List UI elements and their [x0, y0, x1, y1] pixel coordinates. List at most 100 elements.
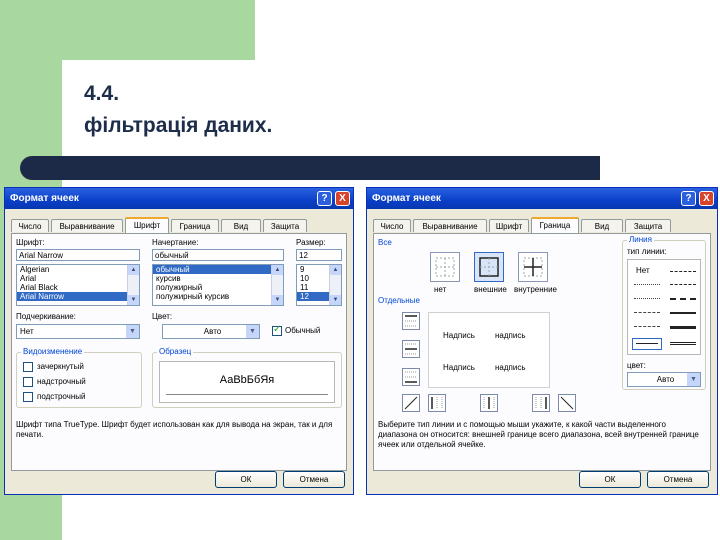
underline-label: Подчеркивание: — [16, 312, 76, 321]
line-style-option[interactable] — [670, 284, 696, 285]
border-diagonal-down-button[interactable] — [558, 394, 576, 412]
subscript-checkbox[interactable] — [23, 392, 33, 402]
strikethrough-checkbox[interactable] — [23, 362, 33, 372]
style-label: Начертание: — [152, 238, 199, 247]
border-inside-icon — [523, 257, 543, 277]
title-divider-bar — [20, 156, 600, 180]
line-color-label: цвет: — [627, 361, 646, 370]
style-list-item[interactable]: полужирный — [153, 283, 283, 292]
tab-view[interactable]: Вид — [581, 219, 623, 232]
ok-button[interactable]: ОК — [215, 471, 277, 488]
effects-group-title: Видоизменение — [21, 347, 85, 356]
preset-outline-label: внешние — [474, 285, 507, 294]
size-list-scrollbar[interactable]: ▲ ▼ — [329, 265, 341, 305]
line-style-selected[interactable] — [632, 338, 662, 350]
format-cells-dialog-border: Формат ячеек ? X Число Выравнивание Шриф… — [366, 187, 718, 495]
font-style-list[interactable]: обычный курсив полужирный полужирный кур… — [152, 264, 284, 306]
help-button[interactable]: ? — [317, 191, 332, 206]
line-group-title: Линия — [627, 235, 654, 244]
tab-protection[interactable]: Защита — [263, 219, 307, 232]
dialog-title: Формат ячеек — [372, 193, 441, 204]
chevron-down-icon[interactable]: ▼ — [126, 325, 139, 338]
font-info-note: Шрифт типа TrueType. Шрифт будет использ… — [16, 420, 333, 439]
dialog-titlebar: Формат ячеек ? X — [5, 188, 353, 209]
tab-font[interactable]: Шрифт — [489, 219, 529, 232]
superscript-checkbox[interactable] — [23, 377, 33, 387]
border-center-button[interactable] — [480, 394, 498, 412]
style-list-item[interactable]: полужирный курсив — [153, 292, 283, 301]
border-bottom-icon — [405, 371, 417, 383]
border-middle-icon — [405, 343, 417, 355]
underline-select[interactable]: Нет ▼ — [16, 324, 140, 339]
line-style-list[interactable]: Нет — [627, 259, 701, 355]
sample-text: АаВbБбЯя — [219, 374, 275, 386]
tab-view[interactable]: Вид — [221, 219, 261, 232]
preset-outline-button[interactable] — [474, 252, 504, 282]
tab-protection[interactable]: Защита — [625, 219, 671, 232]
border-center-icon — [483, 397, 495, 409]
line-style-option[interactable] — [634, 326, 660, 327]
close-button[interactable]: X — [699, 191, 714, 206]
ok-button[interactable]: ОК — [579, 471, 641, 488]
line-style-none[interactable]: Нет — [636, 266, 650, 275]
tab-number[interactable]: Число — [11, 219, 49, 232]
line-style-option[interactable] — [670, 326, 696, 329]
preset-inside-button[interactable] — [518, 252, 548, 282]
tab-number[interactable]: Число — [373, 219, 411, 232]
line-type-label: тип линии: — [627, 247, 667, 256]
line-color-select[interactable]: Авто ▼ — [627, 372, 701, 387]
cancel-button[interactable]: Отмена — [647, 471, 709, 488]
font-name-input[interactable]: Arial Narrow — [16, 249, 140, 261]
preview-cell-text: надпись — [495, 363, 526, 372]
border-bottom-button[interactable] — [402, 368, 420, 386]
tab-font[interactable]: Шрифт — [125, 217, 169, 233]
font-list-scrollbar[interactable]: ▲ ▼ — [127, 265, 139, 305]
line-style-option[interactable] — [634, 298, 660, 299]
line-style-option[interactable] — [670, 271, 696, 272]
presets-label: Все — [378, 238, 392, 247]
normal-font-label: Обычный — [285, 326, 321, 335]
border-top-button[interactable] — [402, 312, 420, 330]
font-list-item[interactable]: Algerian — [17, 265, 139, 274]
chevron-down-icon[interactable]: ▼ — [246, 325, 259, 338]
line-style-option[interactable] — [670, 298, 696, 300]
tab-border[interactable]: Граница — [171, 219, 219, 232]
sample-preview: АаВbБбЯя — [159, 361, 335, 403]
border-right-button[interactable] — [532, 394, 550, 412]
help-button[interactable]: ? — [681, 191, 696, 206]
line-style-option[interactable] — [670, 312, 696, 314]
chevron-down-icon[interactable]: ▼ — [687, 373, 700, 386]
style-list-scrollbar[interactable]: ▲ ▼ — [271, 265, 283, 305]
superscript-label: надстрочный — [37, 377, 86, 386]
style-list-item-selected[interactable]: обычный — [153, 265, 283, 274]
sample-baseline — [166, 394, 328, 395]
separate-borders-label: Отдельные — [378, 296, 420, 305]
cancel-button[interactable]: Отмена — [283, 471, 345, 488]
close-button[interactable]: X — [335, 191, 350, 206]
font-list-item-selected[interactable]: Arial Narrow — [17, 292, 139, 301]
normal-font-checkbox[interactable] — [272, 324, 282, 336]
line-style-option[interactable] — [634, 312, 660, 313]
font-name-list[interactable]: Algerian Arial Arial Black Arial Narrow … — [16, 264, 140, 306]
border-middle-button[interactable] — [402, 340, 420, 358]
line-style-option[interactable] — [670, 342, 696, 345]
preview-cell-text: Надпись — [443, 363, 475, 372]
font-list-item[interactable]: Arial — [17, 274, 139, 283]
tab-border[interactable]: Граница — [531, 217, 579, 233]
tab-alignment[interactable]: Выравнивание — [413, 219, 487, 232]
line-style-option[interactable] — [634, 284, 660, 285]
preset-none-button[interactable] — [430, 252, 460, 282]
border-preview-area[interactable]: Надпись надпись Надпись надпись — [428, 312, 550, 388]
border-diagonal-up-button[interactable] — [402, 394, 420, 412]
strikethrough-label: зачеркнутый — [37, 362, 84, 371]
font-size-input[interactable]: 12 — [296, 249, 342, 261]
border-left-button[interactable] — [428, 394, 446, 412]
preset-inside-label: внутренние — [514, 285, 557, 294]
font-size-list[interactable]: 9 10 11 12 ▲ ▼ — [296, 264, 342, 306]
style-list-item[interactable]: курсив — [153, 274, 283, 283]
font-style-input[interactable]: обычный — [152, 249, 284, 261]
dialog-titlebar: Формат ячеек ? X — [367, 188, 717, 209]
tab-alignment[interactable]: Выравнивание — [51, 219, 123, 232]
font-color-select[interactable]: Авто ▼ — [162, 324, 260, 339]
font-list-item[interactable]: Arial Black — [17, 283, 139, 292]
